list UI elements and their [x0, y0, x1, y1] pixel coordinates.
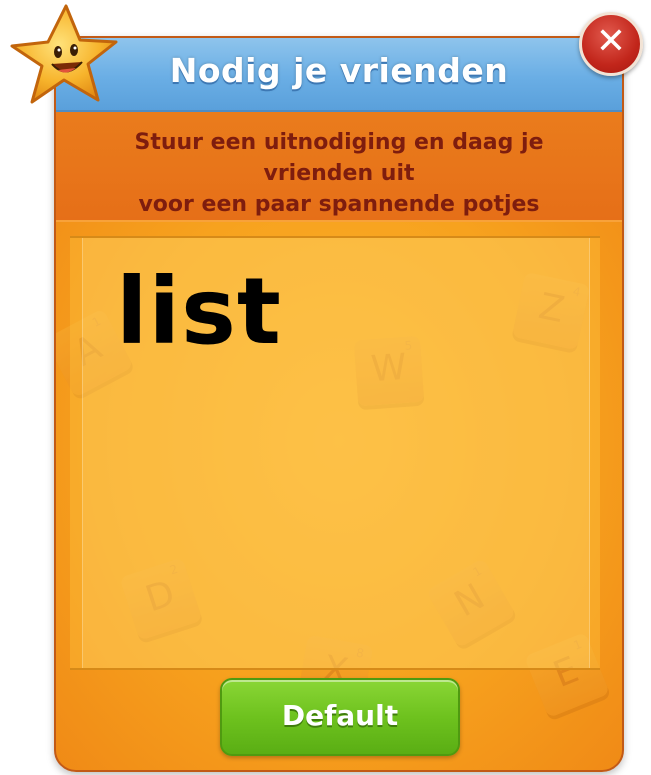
- star-mascot-icon: [10, 4, 118, 104]
- dialog-title: Nodig je vrienden: [169, 51, 509, 90]
- invite-friends-screen: Nodig je vrienden Stuur een uitnodiging …: [0, 0, 651, 775]
- dialog-title-bar: Nodig je vrienden: [56, 38, 622, 112]
- close-button[interactable]: ✕: [579, 12, 643, 76]
- invite-dialog: Nodig je vrienden Stuur een uitnodiging …: [54, 36, 624, 772]
- message-content-area: list: [70, 236, 600, 670]
- default-button[interactable]: Default: [220, 678, 460, 756]
- subtitle-line-1: Stuur een uitnodiging en daag je vriende…: [134, 130, 544, 186]
- dialog-body: A 1 W 5 Z 4 D 2 N 1 X 8 E 1 list Default: [56, 222, 622, 770]
- subtitle-band: Stuur een uitnodiging en daag je vriende…: [56, 112, 622, 248]
- default-button-label: Default: [281, 699, 399, 732]
- close-icon: ✕: [595, 21, 627, 62]
- message-text: list: [116, 258, 282, 365]
